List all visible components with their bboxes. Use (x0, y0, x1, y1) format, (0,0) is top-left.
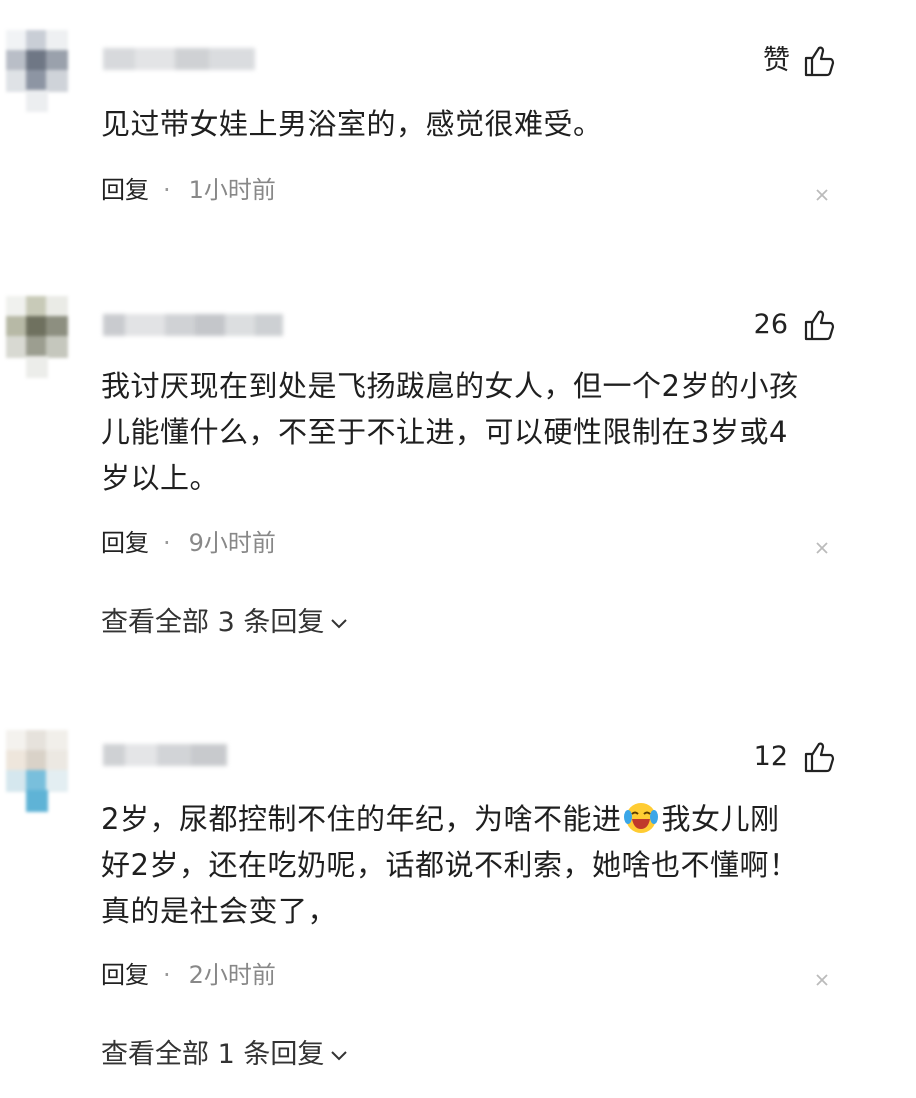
comment-meta: 回复 · 1小时前 (101, 175, 276, 205)
close-icon[interactable] (812, 185, 832, 205)
view-all-replies-button[interactable]: 查看全部 1 条回复 (101, 1038, 348, 1072)
chevron-down-icon (331, 618, 348, 628)
thumbs-up-icon[interactable] (802, 308, 836, 342)
like-count: 赞 (763, 45, 790, 76)
comment-meta: 回复 · 2小时前 (101, 960, 276, 990)
comment-text: 我讨厌现在到处是飞扬跋扈的女人，但一个2岁的小孩 儿能懂什么，不至于不让进，可以… (101, 363, 861, 501)
view-all-replies-label: 查看全部 3 条回复 (101, 607, 325, 638)
username-blurred[interactable] (103, 48, 255, 70)
avatar[interactable] (6, 30, 68, 112)
comment-text-line: 好2岁，还在吃奶呢，话都说不利索，她啥也不懂啊！ (101, 848, 799, 882)
timestamp: 2小时前 (188, 961, 276, 989)
view-all-replies-button[interactable]: 查看全部 3 条回复 (101, 606, 348, 640)
like-count: 26 (753, 309, 788, 340)
laughing-crying-emoji-icon (624, 803, 659, 833)
reply-button[interactable]: 回复 (101, 176, 149, 204)
separator-dot: · (163, 176, 171, 204)
reply-button[interactable]: 回复 (101, 529, 149, 557)
close-icon[interactable] (812, 538, 832, 558)
thumbs-up-icon[interactable] (802, 740, 836, 774)
view-all-replies-label: 查看全部 1 条回复 (101, 1039, 325, 1070)
comment-item-2: 26 我讨厌现在到处是飞扬跋扈的女人，但一个2岁的小孩 儿能懂什么，不至于不让进… (0, 280, 916, 680)
username-blurred[interactable] (103, 314, 283, 336)
chevron-down-icon (331, 1050, 348, 1060)
comment-text-line: 我讨厌现在到处是飞扬跋扈的女人，但一个2岁的小孩 (101, 369, 799, 403)
comment-text-segment: 我女儿刚 (661, 802, 780, 836)
thumbs-up-icon[interactable] (802, 44, 836, 78)
separator-dot: · (163, 529, 171, 557)
separator-dot: · (163, 961, 171, 989)
comment-item-1: 赞 见过带女娃上男浴室的，感觉很难受。 回复 · 1小时前 (0, 0, 916, 260)
comment-text-segment: 2岁，尿都控制不住的年纪，为啥不能进 (101, 802, 622, 836)
timestamp: 1小时前 (188, 176, 276, 204)
close-icon[interactable] (812, 970, 832, 990)
comment-text-line: 儿能懂什么，不至于不让进，可以硬性限制在3岁或4 (101, 415, 788, 449)
timestamp: 9小时前 (188, 529, 276, 557)
comment-text-line: 2岁，尿都控制不住的年纪，为啥不能进 我女儿刚 (101, 796, 861, 842)
comment-meta: 回复 · 9小时前 (101, 528, 276, 558)
comment-text-line: 岁以上。 (101, 461, 220, 495)
avatar[interactable] (6, 730, 68, 812)
avatar[interactable] (6, 296, 68, 378)
comment-text: 2岁，尿都控制不住的年纪，为啥不能进 我女儿刚 好2岁，还在吃奶呢，话都说不利索… (101, 796, 861, 934)
like-count: 12 (753, 741, 788, 772)
comment-item-3: 12 2岁，尿都控制不住的年纪，为啥不能进 我女儿刚 好2岁，还在吃奶呢，话都说… (0, 700, 916, 1098)
username-blurred[interactable] (103, 744, 227, 766)
reply-button[interactable]: 回复 (101, 961, 149, 989)
comment-text-line: 真的是社会变了， (101, 894, 338, 928)
comment-text: 见过带女娃上男浴室的，感觉很难受。 (101, 107, 603, 141)
